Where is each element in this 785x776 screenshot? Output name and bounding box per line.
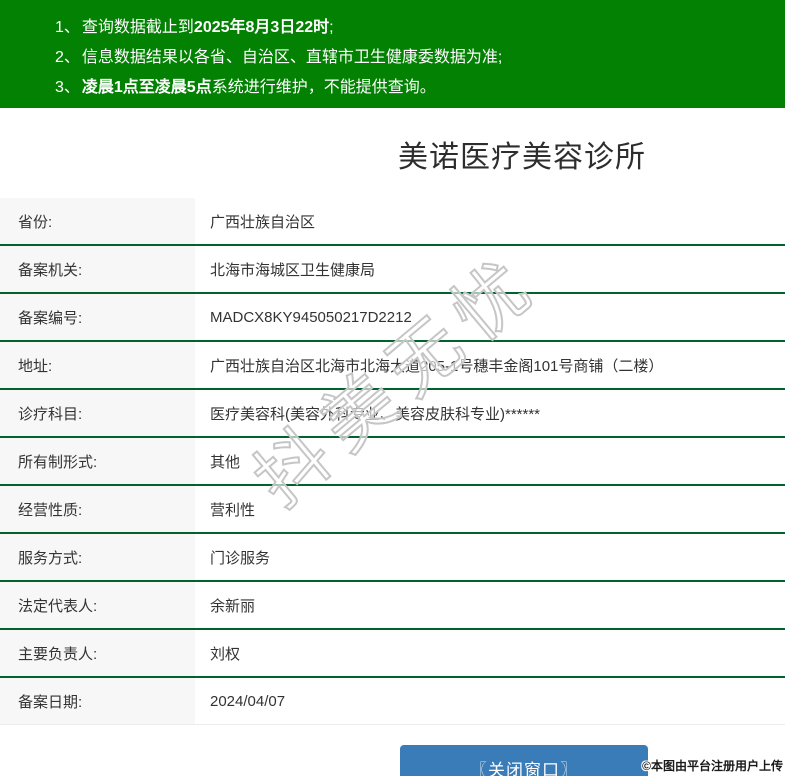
notice-item: 3、 凌晨1点至凌晨5点系统进行维护，不能提供查询。 bbox=[55, 73, 785, 103]
field-value: 余新丽 bbox=[210, 597, 256, 615]
field-label: 所有制形式: bbox=[0, 438, 195, 484]
table-row: 所有制形式: 其他 bbox=[0, 438, 785, 486]
field-label: 诊疗科目: bbox=[0, 390, 195, 436]
notice-item-text: 查询数据截止到 bbox=[81, 19, 194, 36]
field-label: 地址: bbox=[0, 342, 195, 388]
notice-item-text: ; bbox=[329, 19, 334, 36]
notice-item: 1、 查询数据截止到2025年8月3日22时; bbox=[55, 13, 785, 43]
field-label: 法定代表人: bbox=[0, 582, 195, 628]
field-label: 备案机关: bbox=[0, 246, 195, 292]
notice-item-text: 2025年8月3日22时 bbox=[193, 19, 330, 36]
clinic-title: 美诺医疗美容诊所 bbox=[398, 141, 646, 174]
notice-item-text: 系统进行维护，不能提供查询。 bbox=[211, 79, 436, 96]
field-label: 省份: bbox=[0, 198, 195, 244]
field-value: 刘权 bbox=[210, 645, 241, 663]
table-row: 诊疗科目: 医疗美容科(美容外科专业、美容皮肤科专业)****** bbox=[0, 390, 785, 438]
table-row: 法定代表人: 余新丽 bbox=[0, 582, 785, 630]
table-row: 主要负责人: 刘权 bbox=[0, 630, 785, 678]
notice-bar: 1、 查询数据截止到2025年8月3日22时; 2、 信息数据结果以各省、自治区、直辖… bbox=[0, 0, 785, 108]
notice-item-number: 1、 bbox=[55, 19, 80, 36]
notice-item-text: 凌晨1点至凌晨5点 bbox=[81, 79, 212, 96]
field-label: 备案日期: bbox=[0, 678, 195, 724]
notice-list: 1、 查询数据截止到2025年8月3日22时; 2、 信息数据结果以各省、自治区、直辖… bbox=[0, 0, 785, 103]
field-value: 广西壮族自治区北海市北海大道205-1号穗丰金阁101号商铺（二楼） bbox=[210, 357, 664, 375]
notice-item-text: 信息数据结果以各省、自治区、直辖市卫生健康委数据为准; bbox=[81, 49, 503, 66]
field-value: 门诊服务 bbox=[210, 549, 271, 567]
field-label: 主要负责人: bbox=[0, 630, 195, 676]
field-value: MADCX8KY945050217D2212 bbox=[210, 308, 412, 326]
field-value: 北海市海城区卫生健康局 bbox=[210, 261, 376, 279]
table-row: 经营性质: 营利性 bbox=[0, 486, 785, 534]
field-value: 营利性 bbox=[210, 501, 256, 519]
table-row: 服务方式: 门诊服务 bbox=[0, 534, 785, 582]
field-label: 经营性质: bbox=[0, 486, 195, 532]
field-value: 医疗美容科(美容外科专业、美容皮肤科专业)****** bbox=[210, 405, 541, 423]
clinic-info-table: 省份: 广西壮族自治区 备案机关: 北海市海城区卫生健康局 备案编号: MADCX8KY9… bbox=[0, 198, 785, 725]
field-value: 2024/04/07 bbox=[210, 692, 286, 710]
field-value: 其他 bbox=[210, 453, 241, 471]
table-row: 地址: 广西壮族自治区北海市北海大道205-1号穗丰金阁101号商铺（二楼） bbox=[0, 342, 785, 390]
field-value: 广西壮族自治区 bbox=[210, 213, 316, 231]
table-row: 备案编号: MADCX8KY945050217D2212 bbox=[0, 294, 785, 342]
clinic-record-page: 1、 查询数据截止到2025年8月3日22时; 2、 信息数据结果以各省、自治区、直辖… bbox=[0, 0, 785, 776]
upload-credit-text: ©本图由平台注册用户上传 bbox=[642, 759, 783, 773]
table-row: 备案机关: 北海市海城区卫生健康局 bbox=[0, 246, 785, 294]
table-row: 备案日期: 2024/04/07 bbox=[0, 678, 785, 725]
close-window-button[interactable]: 〖关闭窗口〗 bbox=[400, 745, 648, 776]
notice-item: 2、 信息数据结果以各省、自治区、直辖市卫生健康委数据为准; bbox=[55, 43, 785, 73]
field-label: 备案编号: bbox=[0, 294, 195, 340]
table-row: 省份: 广西壮族自治区 bbox=[0, 198, 785, 246]
notice-item-number: 2、 bbox=[55, 49, 80, 66]
field-label: 服务方式: bbox=[0, 534, 195, 580]
notice-item-number: 3、 bbox=[55, 79, 80, 96]
